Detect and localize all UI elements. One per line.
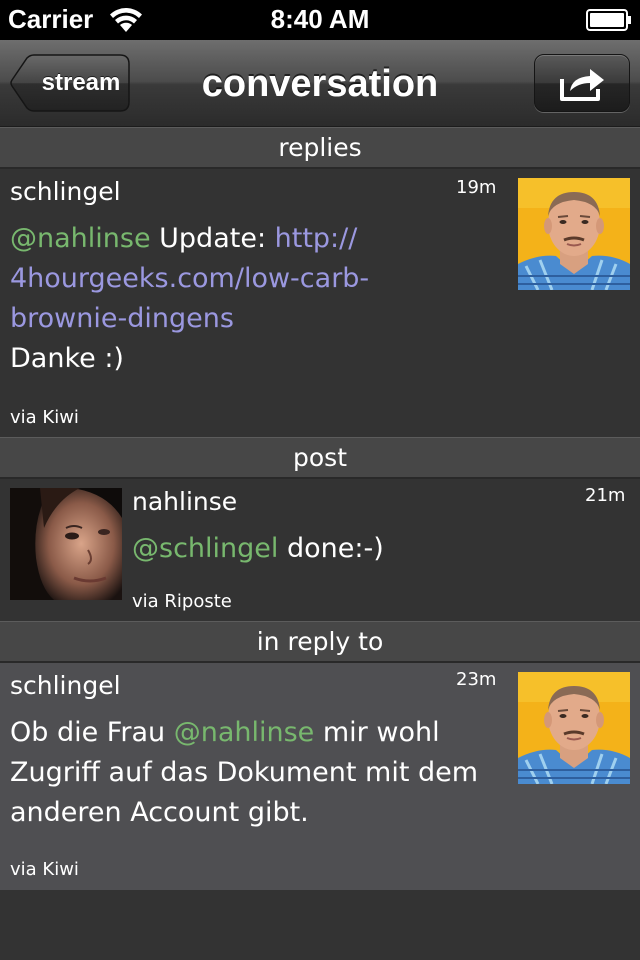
post-timestamp: 23m: [456, 669, 497, 690]
avatar-schlingel[interactable]: [518, 672, 630, 784]
post-username[interactable]: schlingel: [10, 177, 121, 206]
navigation-bar: stream conversation: [0, 40, 640, 128]
in-reply-to-post[interactable]: schlingel 23m Ob die Frau @nahlinse mir …: [0, 663, 640, 890]
post-text: @nahlinse Update: http:// 4hourgeeks.com…: [10, 219, 490, 379]
text-segment: Zugriff auf das Dokument mit dem: [10, 757, 479, 788]
text-segment: Ob die Frau: [10, 717, 174, 748]
post-username[interactable]: schlingel: [10, 671, 121, 700]
mention-link[interactable]: @nahlinse: [10, 223, 151, 254]
avatar-image: [518, 672, 630, 784]
page-title: conversation: [201, 62, 439, 105]
text-segment: mir wohl: [314, 717, 440, 748]
status-bar: Carrier 8:40 AM: [0, 0, 640, 40]
mention-link[interactable]: @nahlinse: [174, 717, 315, 748]
post-text: @schlingel done:-): [132, 529, 622, 569]
url-link[interactable]: http://: [275, 223, 358, 254]
avatar-image: [518, 178, 630, 290]
text-segment: anderen Account gibt.: [10, 797, 309, 828]
back-button-label: stream: [41, 69, 121, 96]
mention-link[interactable]: @schlingel: [132, 533, 278, 564]
share-button[interactable]: [534, 54, 630, 112]
via-client: via Kiwi: [10, 859, 79, 880]
url-link-cont[interactable]: brownie-dingens: [10, 303, 234, 334]
text-segment: Danke :): [10, 343, 124, 374]
post-timestamp: 19m: [456, 177, 497, 198]
text-segment: Update:: [150, 223, 275, 254]
via-client: via Riposte: [132, 591, 232, 612]
battery-icon: [586, 9, 631, 31]
section-header-replies: replies: [0, 127, 640, 169]
avatar-image: [10, 488, 122, 600]
post-username[interactable]: nahlinse: [132, 487, 237, 516]
reply-post[interactable]: schlingel 19m @nahlinse Update: http:// …: [0, 169, 640, 437]
post-text: Ob die Frau @nahlinse mir wohl Zugriff a…: [10, 713, 500, 833]
text-segment: done:-): [278, 533, 384, 564]
back-button[interactable]: stream: [10, 54, 130, 112]
url-link-cont[interactable]: 4hourgeeks.com/low-carb-: [10, 263, 369, 294]
avatar-nahlinse[interactable]: [10, 488, 122, 600]
post-timestamp: 21m: [585, 485, 626, 506]
avatar-schlingel[interactable]: [518, 178, 630, 290]
via-client: via Kiwi: [10, 407, 79, 428]
share-arrow-icon: [560, 69, 604, 101]
main-post[interactable]: nahlinse 21m @schlingel done:-) via Ripo…: [0, 479, 640, 621]
clock: 8:40 AM: [270, 4, 370, 34]
section-header-post: post: [0, 437, 640, 479]
section-header-in-reply-to: in reply to: [0, 621, 640, 663]
